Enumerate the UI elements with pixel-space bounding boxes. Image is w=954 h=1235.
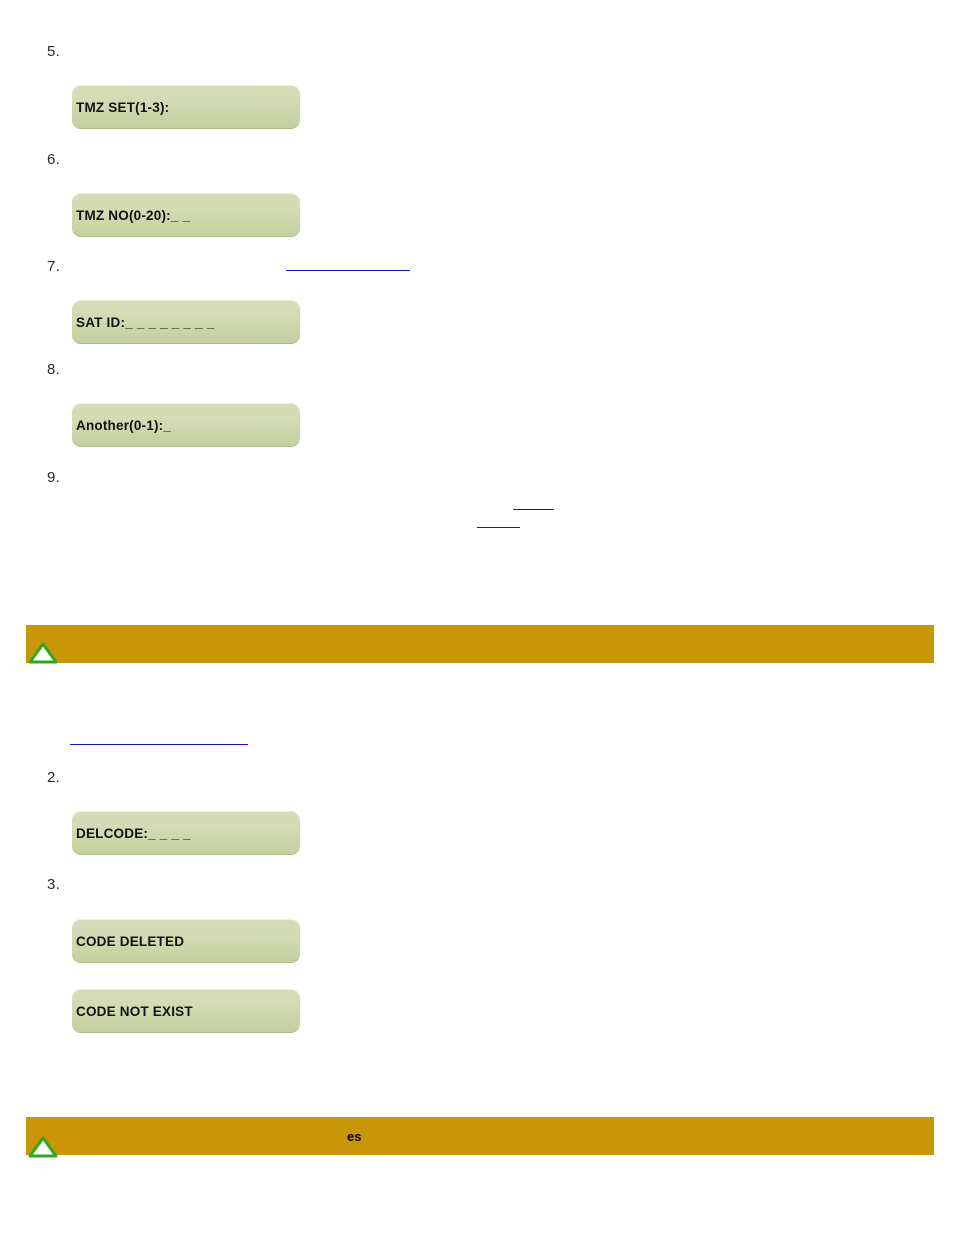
list-marker-6: 6. xyxy=(47,151,61,168)
lcd-text-code-deleted: CODE DELETED xyxy=(76,933,185,949)
lcd-text-sat-id: SAT ID:_ _ _ _ _ _ _ _ xyxy=(76,314,215,330)
lcd-screen-code-not-exist: CODE NOT EXIST xyxy=(72,989,300,1033)
lcd-screen-tmz-no: TMZ NO(0-20):_ _ xyxy=(72,193,300,237)
lcd-text-tmz-no: TMZ NO(0-20):_ _ xyxy=(76,207,191,223)
up-triangle-icon-top xyxy=(28,642,58,664)
cross-reference-link-2[interactable] xyxy=(513,509,554,510)
cross-reference-link-4[interactable] xyxy=(70,744,248,745)
section-banner-top xyxy=(26,625,934,663)
list-marker-3: 3. xyxy=(47,876,61,893)
lcd-text-delcode: DELCODE:_ _ _ _ xyxy=(76,825,191,841)
lcd-text-another: Another(0-1):_ xyxy=(76,417,172,433)
list-marker-2: 2. xyxy=(47,769,61,786)
lcd-screen-delcode: DELCODE:_ _ _ _ xyxy=(72,811,300,855)
cross-reference-link-3[interactable] xyxy=(477,527,520,528)
list-marker-5: 5. xyxy=(47,43,61,60)
up-triangle-icon-bottom xyxy=(28,1136,58,1158)
cross-reference-link-1[interactable] xyxy=(286,270,410,271)
lcd-screen-sat-id: SAT ID:_ _ _ _ _ _ _ _ xyxy=(72,300,300,344)
document-page: 5. TMZ SET(1-3): 6. TMZ NO(0-20):_ _ 7. … xyxy=(0,0,954,1235)
list-marker-9: 9. xyxy=(47,469,61,486)
lcd-text-tmz-set: TMZ SET(1-3): xyxy=(76,99,170,115)
lcd-text-code-not-exist: CODE NOT EXIST xyxy=(76,1003,193,1019)
lcd-screen-tmz-set: TMZ SET(1-3): xyxy=(72,85,300,129)
list-marker-8: 8. xyxy=(47,361,61,378)
section-banner-bottom-text: es xyxy=(347,1129,362,1144)
list-marker-7: 7. xyxy=(47,258,61,275)
section-banner-bottom: es xyxy=(26,1117,934,1155)
lcd-screen-code-deleted: CODE DELETED xyxy=(72,919,300,963)
lcd-screen-another: Another(0-1):_ xyxy=(72,403,300,447)
